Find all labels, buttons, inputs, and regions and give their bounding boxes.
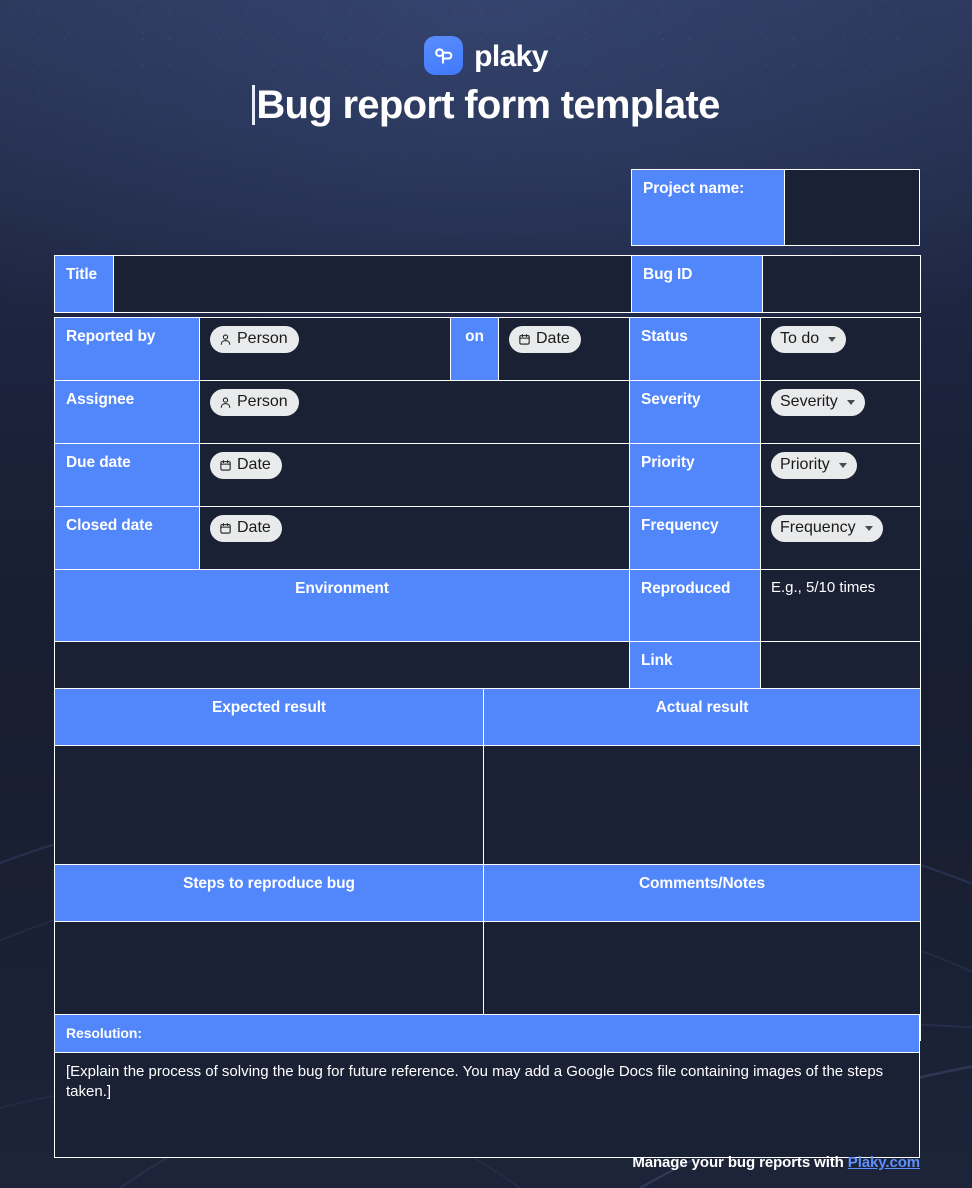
frequency-chip-label: Frequency [780,519,856,536]
expected-result-input[interactable] [54,745,484,865]
status-chip-label: To do [780,330,820,347]
closed-date-label: Closed date [54,506,200,570]
table-row: Reported by Person on Date Status To do [54,317,921,381]
chevron-down-icon [864,525,873,531]
table-row [54,745,921,865]
frequency-label: Frequency [629,506,761,570]
due-date-cell[interactable]: Date [199,443,630,507]
text-caret [252,85,256,125]
date-chip-label: Date [237,519,271,536]
table-row: Resolution: [54,1014,920,1053]
page-title: Bug report form template [0,83,972,129]
resolution-input[interactable]: [Explain the process of solving the bug … [54,1052,920,1158]
calendar-icon [518,333,531,346]
person-icon [219,333,232,346]
results-table: Expected result Actual result Steps to r… [54,688,921,1041]
person-icon [219,396,232,409]
severity-chip-label: Severity [780,393,838,410]
table-row: Environment Reproduced E.g., 5/10 times [54,569,921,642]
priority-label: Priority [629,443,761,507]
environment-label: Environment [54,569,630,642]
assignee-cell[interactable]: Person [199,380,630,444]
resolution-table: Resolution: [Explain the process of solv… [54,1014,920,1158]
chevron-down-icon [846,399,855,405]
date-chip[interactable]: Date [210,515,282,542]
title-input[interactable] [113,255,632,313]
severity-dropdown-chip[interactable]: Severity [771,389,865,416]
reported-on-date-cell[interactable]: Date [498,317,630,381]
priority-chip-label: Priority [780,456,830,473]
person-chip[interactable]: Person [210,389,299,416]
project-name-input[interactable] [784,169,920,246]
frequency-cell[interactable]: Frequency [760,506,921,570]
priority-cell[interactable]: Priority [760,443,921,507]
page-canvas: plaky Bug report form template Project n… [0,0,972,1188]
reported-on-label: on [450,317,499,381]
table-row: [Explain the process of solving the bug … [54,1052,920,1158]
title-bugid-table: Title Bug ID [54,255,921,313]
reported-by-label: Reported by [54,317,200,381]
table-row: Title Bug ID [54,255,921,313]
calendar-icon [219,522,232,535]
project-name-table: Project name: [631,169,920,246]
date-chip-label: Date [536,330,570,347]
chevron-down-icon [828,336,837,342]
person-chip-label: Person [237,393,288,410]
steps-to-reproduce-label: Steps to reproduce bug [54,864,484,922]
date-chip[interactable]: Date [210,452,282,479]
status-label: Status [629,317,761,381]
date-chip[interactable]: Date [509,326,581,353]
calendar-icon [219,459,232,472]
footer: Manage your bug reports with Plaky.com [632,1154,920,1171]
plaky-logo-icon [424,36,464,75]
table-row: Assignee Person Severity Severity [54,380,921,444]
table-row: Closed date Date Frequency Frequency [54,506,921,570]
chevron-down-icon [838,462,847,468]
plaky-link[interactable]: Plaky.com [848,1154,920,1171]
severity-cell[interactable]: Severity [760,380,921,444]
severity-label: Severity [629,380,761,444]
footer-text: Manage your bug reports with [632,1154,848,1171]
closed-date-cell[interactable]: Date [199,506,630,570]
person-chip-label: Person [237,330,288,347]
comments-notes-label: Comments/Notes [483,864,921,922]
resolution-label: Resolution: [54,1014,920,1053]
title-label: Title [54,255,114,313]
person-chip[interactable]: Person [210,326,299,353]
bug-id-input[interactable] [762,255,921,313]
reproduced-value[interactable]: E.g., 5/10 times [760,569,921,642]
project-name-label: Project name: [631,169,785,246]
assignee-label: Assignee [54,380,200,444]
status-dropdown-chip[interactable]: To do [771,326,847,353]
actual-result-input[interactable] [483,745,921,865]
table-row: Due date Date Priority Priority [54,443,921,507]
table-row: Project name: [631,169,920,246]
date-chip-label: Date [237,456,271,473]
reported-by-person-cell[interactable]: Person [199,317,451,381]
reproduced-label: Reproduced [629,569,761,642]
page-title-text: Bug report form template [256,83,720,127]
expected-result-label: Expected result [54,688,484,746]
priority-dropdown-chip[interactable]: Priority [771,452,857,479]
actual-result-label: Actual result [483,688,921,746]
frequency-dropdown-chip[interactable]: Frequency [771,515,883,542]
brand-name: plaky [474,39,548,73]
bug-id-label: Bug ID [631,255,763,313]
table-row: Expected result Actual result [54,688,921,746]
status-cell[interactable]: To do [760,317,921,381]
due-date-label: Due date [54,443,200,507]
table-row: Steps to reproduce bug Comments/Notes [54,864,921,922]
brand-lockup: plaky [0,36,972,75]
